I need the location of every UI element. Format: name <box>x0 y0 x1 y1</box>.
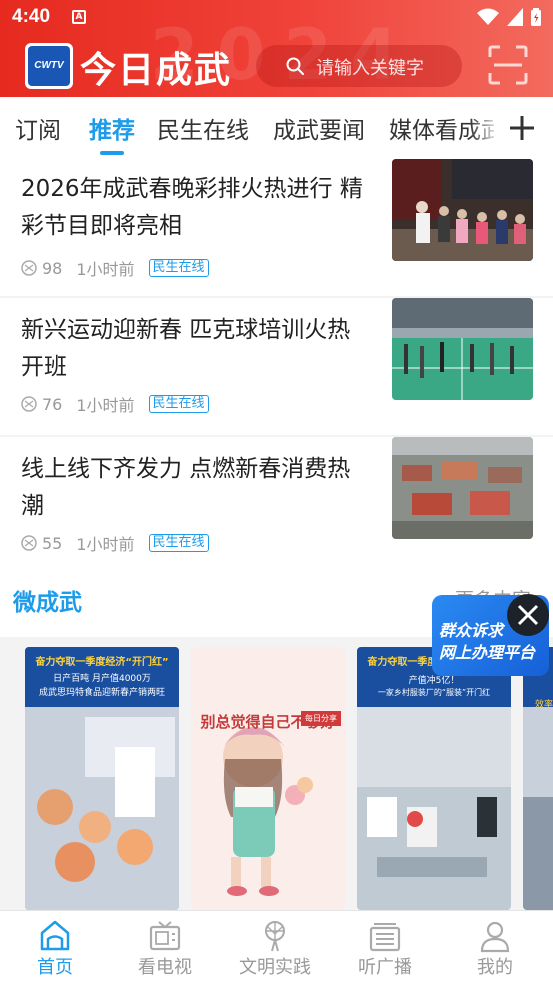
news-meta: 98 1小时前 民生在线 <box>21 256 209 280</box>
video-card[interactable]: 效率 <box>523 647 553 910</box>
nav-tv[interactable]: 看电视 <box>110 911 220 984</box>
news-time: 1小时前 <box>76 260 135 279</box>
nav-home[interactable]: 首页 <box>0 911 110 984</box>
news-title[interactable]: 线上线下齐发力 点燃新春消费热潮 <box>21 451 366 525</box>
nav-civilization[interactable]: 文明实践 <box>220 911 330 984</box>
logo-mark: CWTV <box>28 46 70 86</box>
views-count: 76 <box>42 394 63 414</box>
card-banner: 奋力夺取一季度经济“开门红” <box>35 657 169 668</box>
status-time: 4:40 <box>12 6 51 27</box>
news-tag[interactable]: 民生在线 <box>148 534 209 552</box>
card-banner: 效率 <box>535 700 553 710</box>
video-card[interactable]: 别总觉得自己不够好 每日分享 <box>191 647 345 910</box>
notification-icon: A <box>72 10 86 24</box>
views-icon <box>21 535 37 551</box>
news-meta: 55 1小时前 民生在线 <box>21 531 209 555</box>
news-meta: 76 1小时前 民生在线 <box>21 392 209 416</box>
tab-fade <box>470 97 500 159</box>
float-ad-line2: 网上办理平台 <box>439 643 536 662</box>
video-carousel[interactable]: 奋力夺取一季度经济“开门红” 日产百吨 月产值4000万 成武思玛特食品迎新春产… <box>0 637 553 910</box>
plus-icon[interactable] <box>506 112 538 144</box>
nav-label: 看电视 <box>138 957 192 978</box>
nav-profile[interactable]: 我的 <box>440 911 550 984</box>
thumbnail-image <box>392 159 533 261</box>
views-icon <box>21 260 37 276</box>
home-icon <box>40 920 70 951</box>
search-input[interactable]: 请输入关键字 <box>316 54 424 80</box>
active-tab-indicator <box>100 151 124 155</box>
views-count: 98 <box>42 258 63 278</box>
category-tabs: 订阅 推荐 民生在线 成武要闻 媒体看成武 <box>0 97 553 159</box>
nav-label: 首页 <box>37 957 73 978</box>
thumbnail-image <box>392 298 533 400</box>
status-bar: 4:40 A <box>0 0 553 36</box>
news-item[interactable]: 新兴运动迎新春 匹克球培训火热开班 76 1小时前 民生在线 <box>0 298 553 435</box>
views-count: 55 <box>42 533 63 553</box>
scan-icon[interactable] <box>488 45 528 85</box>
video-thumbnail <box>191 647 345 910</box>
card-line: 一家乡村服装厂的“服装”开门红 <box>377 688 491 697</box>
bottom-nav: 首页 看电视 文明实践 听广播 我的 <box>0 910 553 984</box>
nav-radio[interactable]: 听广播 <box>330 911 440 984</box>
tab-news[interactable]: 成武要闻 <box>273 111 365 145</box>
status-icons <box>477 8 541 26</box>
news-title[interactable]: 2026年成武春晚彩排火热进行 精彩节目即将亮相 <box>21 171 366 245</box>
search-icon <box>286 57 304 75</box>
nav-label: 听广播 <box>358 957 412 978</box>
news-thumbnail[interactable] <box>392 437 533 539</box>
news-thumbnail[interactable] <box>392 159 533 261</box>
battery-icon <box>531 8 541 26</box>
app-name: 今日成武 <box>80 49 233 91</box>
app-root: 2024 4:40 A CWTV 今日成武 请输入关键字 订阅 推荐 民生在线 … <box>0 0 553 984</box>
float-ad-line1: 群众诉求 <box>439 621 504 640</box>
news-item[interactable]: 线上线下齐发力 点燃新春消费热潮 55 1小时前 民生在线 <box>0 437 553 561</box>
radio-icon <box>369 923 401 952</box>
video-card[interactable]: 奋力夺取一季度经济“开门红” 产值冲5亿！ 一家乡村服装厂的“服装”开门红 <box>357 647 511 910</box>
news-thumbnail[interactable] <box>392 298 533 400</box>
tv-icon <box>149 921 181 951</box>
thumbnail-image <box>392 437 533 539</box>
tab-livelihood[interactable]: 民生在线 <box>157 111 249 145</box>
news-tag[interactable]: 民生在线 <box>148 259 209 277</box>
news-tag[interactable]: 民生在线 <box>148 395 209 413</box>
app-logo: CWTV <box>25 43 73 89</box>
video-thumbnail <box>523 647 553 910</box>
search-bar[interactable]: 请输入关键字 <box>256 45 462 87</box>
tab-recommend[interactable]: 推荐 <box>89 111 135 145</box>
civilization-icon <box>265 921 285 952</box>
video-card[interactable]: 奋力夺取一季度经济“开门红” 日产百吨 月产值4000万 成武思玛特食品迎新春产… <box>25 647 179 910</box>
views-icon <box>21 396 37 412</box>
section-title: 微成武 <box>13 590 82 616</box>
nav-label: 我的 <box>477 957 513 978</box>
close-icon[interactable] <box>507 594 549 636</box>
signal-icon <box>507 8 523 26</box>
tab-subscribe[interactable]: 订阅 <box>15 111 61 145</box>
card-line: 日产百吨 月产值4000万 <box>53 674 151 684</box>
news-title[interactable]: 新兴运动迎新春 匹克球培训火热开班 <box>21 312 366 386</box>
news-item[interactable]: 2026年成武春晚彩排火热进行 精彩节目即将亮相 98 1小时前 民生在线 <box>0 159 553 296</box>
app-header: 2024 4:40 A CWTV 今日成武 请输入关键字 <box>0 0 553 97</box>
card-stamp: 每日分享 <box>301 711 341 726</box>
news-time: 1小时前 <box>76 535 135 554</box>
card-line: 成武思玛特食品迎新春产销两旺 <box>38 688 165 698</box>
wifi-icon <box>477 8 499 25</box>
news-time: 1小时前 <box>76 396 135 415</box>
nav-label: 文明实践 <box>239 957 311 978</box>
user-icon <box>480 921 510 953</box>
